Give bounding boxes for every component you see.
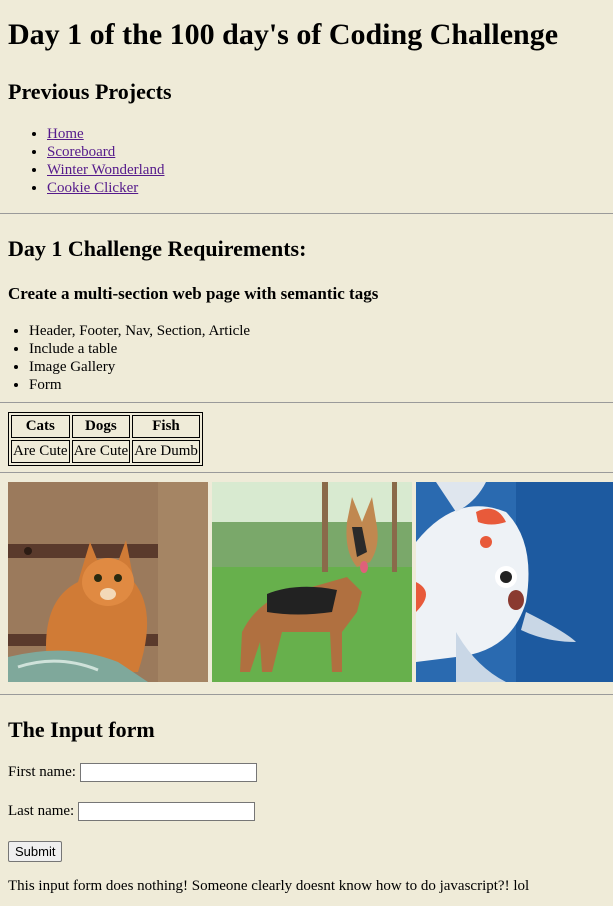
nav-item-home: Home [47,125,164,143]
nav-link-winter-wonderland[interactable]: Winter Wonderland [47,162,164,178]
requirement-item: Header, Footer, Nav, Section, Article [29,322,250,340]
fish-image [416,482,613,682]
nav-link-cookie-clicker[interactable]: Cookie Clicker [47,180,138,196]
table-cell: Are Dumb [132,440,200,463]
pets-table: Cats Dogs Fish Are Cute Are Cute Are Dum… [8,412,203,466]
requirement-item: Include a table [29,340,250,358]
requirements-list: Header, Footer, Nav, Section, Article In… [8,322,250,394]
nav-item-scoreboard: Scoreboard [47,143,164,161]
submit-button[interactable]: Submit [8,841,63,862]
last-name-input[interactable] [77,802,255,821]
cat-image [8,482,208,682]
requirements-subheading: Create a multi-section web page with sem… [8,284,379,303]
divider [0,402,613,403]
table-header-row: Cats Dogs Fish [11,415,200,438]
table-header-fish: Fish [132,415,200,438]
first-name-input[interactable] [79,763,257,782]
table-row: Are Cute Are Cute Are Dumb [11,440,200,463]
nav-link-scoreboard[interactable]: Scoreboard [47,144,115,160]
table-header-dogs: Dogs [71,415,131,438]
previous-projects-heading: Previous Projects [8,79,172,104]
nav-item-winter-wonderland: Winter Wonderland [47,161,164,179]
requirements-heading: Day 1 Challenge Requirements: [8,236,307,261]
divider [0,213,613,214]
form-heading: The Input form [8,717,155,742]
table-cell: Are Cute [11,440,70,463]
table-header-cats: Cats [11,415,70,438]
requirement-item: Form [29,376,250,394]
nav-link-home[interactable]: Home [47,126,84,142]
requirement-item: Image Gallery [29,358,250,376]
table-cell: Are Cute [71,440,131,463]
page-title: Day 1 of the 100 day's of Coding Challen… [8,18,559,51]
form-note: This input form does nothing! Someone cl… [8,878,530,894]
image-gallery [8,482,613,682]
divider [0,472,613,473]
divider [0,694,613,695]
last-name-label: Last name: [8,802,75,819]
first-name-label: First name: [8,763,76,780]
first-name-row: First name: [8,763,257,782]
nav-item-cookie-clicker: Cookie Clicker [47,179,164,197]
project-nav: Home Scoreboard Winter Wonderland Cookie… [8,125,164,197]
last-name-row: Last name: [8,802,255,821]
dog-image [212,482,412,682]
